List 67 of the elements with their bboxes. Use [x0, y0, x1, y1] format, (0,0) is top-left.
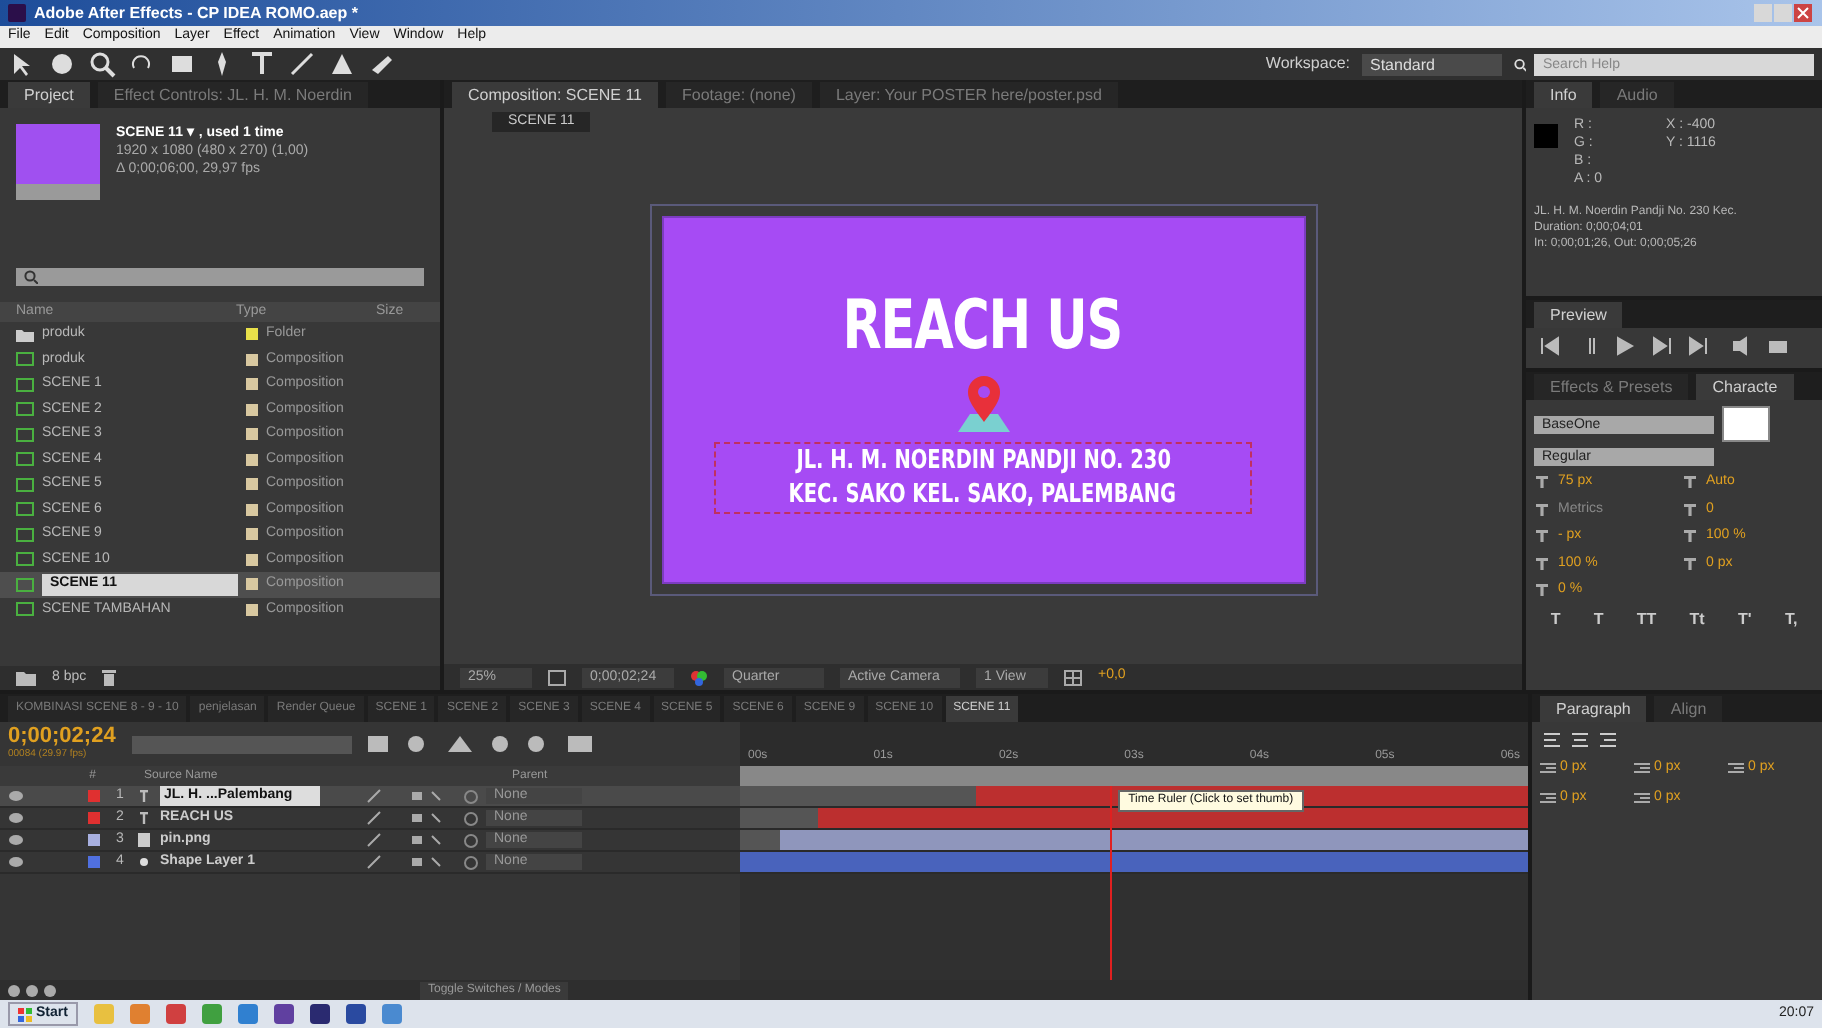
project-search-field[interactable]	[16, 268, 424, 286]
address-line: JL. H. M. NOERDIN PANDJI NO. 230	[795, 444, 1171, 478]
window-title: Adobe After Effects - CP IDEA ROMO.aep *	[34, 1, 358, 25]
text-property-icon[interactable]	[1534, 582, 1550, 599]
region-icon[interactable]	[548, 669, 566, 685]
address-line: KEC. SAKO KEL. SAKO, PALEMBANG	[789, 478, 1177, 512]
layer-search-field[interactable]	[131, 735, 352, 753]
text-property-icon[interactable]	[1534, 474, 1550, 491]
indent-icon[interactable]	[1728, 762, 1744, 775]
text-property-icon[interactable]	[1682, 528, 1698, 545]
panel-tab[interactable]: Preview	[1534, 302, 1623, 328]
panel-tab[interactable]: Audio	[1600, 82, 1674, 108]
type-style-button[interactable]: T	[1593, 607, 1604, 631]
panel-tab[interactable]: Align	[1654, 696, 1723, 722]
panel-tab[interactable]: Effects & Presets	[1534, 374, 1689, 400]
panel-tab[interactable]: Paragraph	[1540, 696, 1647, 722]
indent-icon[interactable]	[1634, 791, 1650, 804]
footage-icon[interactable]	[136, 832, 152, 848]
text-property-icon[interactable]	[1682, 501, 1698, 518]
text-property-icon[interactable]	[1534, 555, 1550, 572]
panel-tab[interactable]: Composition: SCENE 11	[452, 82, 658, 108]
layer-duration-bar[interactable]	[818, 808, 1528, 828]
panel-tab[interactable]: Footage: (none)	[666, 82, 812, 108]
text-layer-icon[interactable]	[136, 788, 152, 804]
text-property-icon[interactable]	[1682, 555, 1698, 572]
type-style-button[interactable]: T	[1550, 607, 1561, 631]
type-style-button[interactable]: T'	[1738, 607, 1752, 631]
workspace-label: Workspace:	[1265, 52, 1350, 76]
type-tool-icon[interactable]	[248, 50, 276, 78]
trash-icon[interactable]	[102, 670, 117, 686]
timeline-footer-icon[interactable]	[8, 983, 60, 997]
text-property-icon[interactable]	[1534, 501, 1550, 518]
indent-icon[interactable]	[1540, 791, 1556, 804]
text-layer-icon[interactable]	[136, 810, 152, 826]
folder-icon[interactable]	[16, 670, 36, 686]
shape-layer-icon[interactable]	[136, 854, 152, 870]
type-style-button[interactable]: TT	[1636, 607, 1657, 631]
taskbar-app-icon[interactable]	[309, 1004, 330, 1024]
fill-color-swatch[interactable]	[1722, 406, 1770, 442]
text-property-icon[interactable]	[1534, 528, 1550, 545]
current-time[interactable]: 0;00;02;24	[8, 724, 116, 749]
brush-tool-icon[interactable]	[288, 50, 316, 78]
grid-icon[interactable]	[1064, 669, 1082, 685]
panel-tab[interactable]: Characte	[1696, 374, 1794, 400]
panel-tab[interactable]: Info	[1534, 82, 1593, 108]
window-controls-icon[interactable]	[1754, 4, 1814, 22]
app-icon	[8, 4, 26, 22]
zoom-tool-icon[interactable]	[88, 50, 116, 78]
indent-icon[interactable]	[1634, 762, 1650, 775]
panel-tab[interactable]: Project	[8, 82, 90, 108]
type-style-button[interactable]: T,	[1784, 607, 1798, 631]
type-style-button[interactable]: Tt	[1689, 607, 1705, 631]
text-property-icon[interactable]	[1682, 474, 1698, 491]
taskbar-app-icon[interactable]	[345, 1004, 366, 1024]
workspace-dropdown[interactable]: Standard	[1362, 53, 1502, 75]
search-icon[interactable]	[24, 270, 38, 284]
color-swatch	[1534, 124, 1558, 148]
thumbnail-preview	[16, 124, 100, 200]
heading-text: REACH US	[843, 286, 1123, 366]
taskbar-app-icon[interactable]	[273, 1004, 294, 1024]
indent-icon[interactable]	[1540, 762, 1556, 775]
panel-tab[interactable]: Effect Controls: JL. H. M. Noerdin	[97, 82, 368, 108]
panel-tab[interactable]: Layer: Your POSTER here/poster.psd	[819, 82, 1118, 108]
windows-logo-icon[interactable]	[18, 1007, 32, 1021]
folder-icon[interactable]	[16, 327, 34, 342]
color-channels-icon[interactable]	[690, 669, 708, 685]
rectangle-tool-icon[interactable]	[168, 50, 196, 78]
